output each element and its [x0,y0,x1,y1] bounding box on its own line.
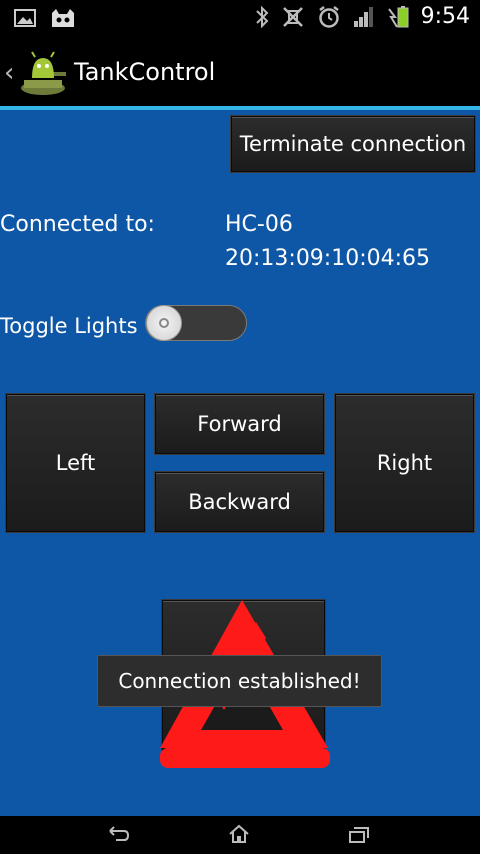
status-bar: 9:54 [0,0,480,38]
switch-knob[interactable] [146,305,182,341]
right-button[interactable]: Right [335,394,474,532]
signal-icon [353,6,373,27]
home-icon[interactable] [228,824,250,844]
forward-button[interactable]: Forward [155,394,324,454]
backward-button[interactable]: Backward [155,472,324,532]
app-title: TankControl [74,58,216,86]
app-logo-icon[interactable] [18,48,68,98]
connection-toast: Connection established! [97,655,382,707]
action-bar-divider [0,106,480,110]
alarm-icon [318,5,339,28]
chevron-left-icon[interactable]: ‹ [4,58,14,88]
lights-switch[interactable] [145,305,247,341]
device-address: 20:13:09:10:04:65 [225,246,431,271]
action-bar [0,38,480,106]
switch-knob-icon [159,318,169,328]
back-icon[interactable] [108,826,130,842]
toggle-lights-label: Toggle Lights [0,314,138,338]
connected-to-label: Connected to: [0,212,155,237]
left-button[interactable]: Left [6,394,145,532]
terminate-connection-button[interactable]: Terminate connection [231,116,475,172]
recent-apps-icon[interactable] [348,826,370,844]
cyanogen-icon [52,9,74,27]
battery-charging-icon [387,5,409,28]
device-name: HC-06 [225,212,293,237]
bluetooth-icon [255,5,269,28]
gallery-icon [14,9,36,27]
clock-time: 9:54 [420,4,470,29]
vibrate-icon [282,6,303,27]
